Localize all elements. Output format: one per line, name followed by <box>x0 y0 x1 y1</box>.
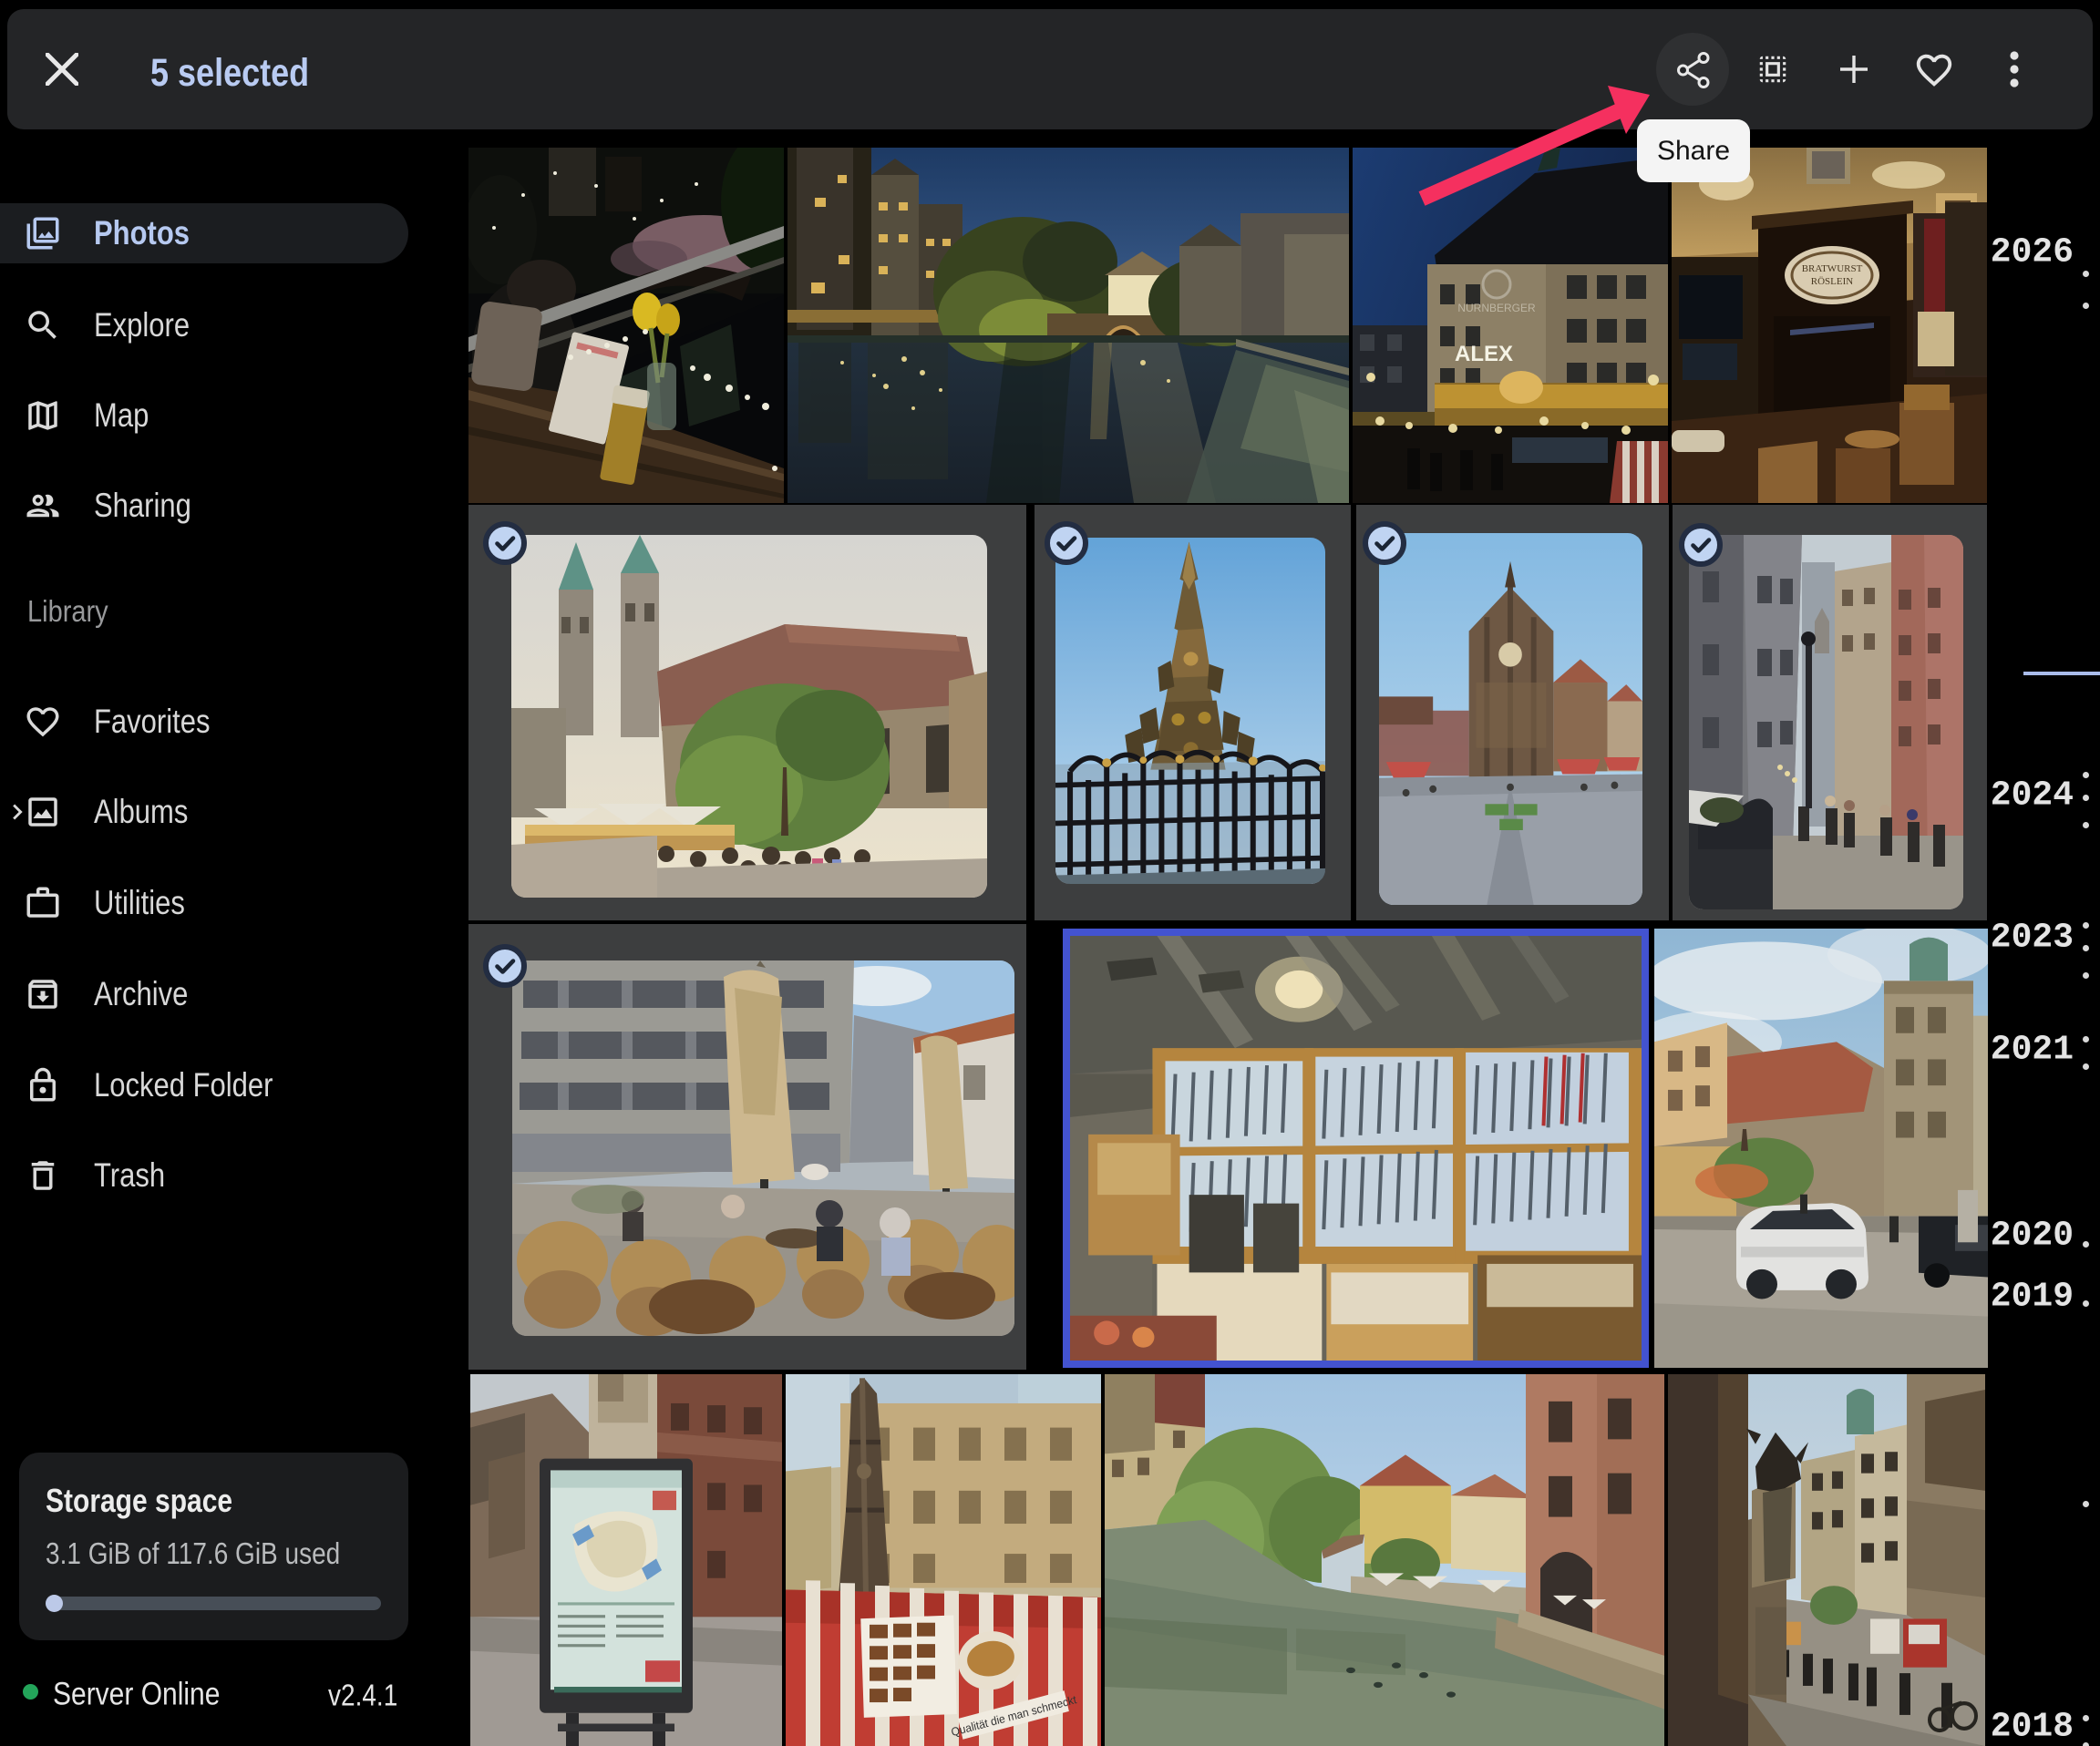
svg-text:RÖSLEIN: RÖSLEIN <box>1811 276 1854 287</box>
svg-text:ALEX: ALEX <box>1455 342 1513 366</box>
svg-text:BRATWURST: BRATWURST <box>1802 263 1863 274</box>
svg-text:NURNBERGER: NURNBERGER <box>1457 302 1536 314</box>
